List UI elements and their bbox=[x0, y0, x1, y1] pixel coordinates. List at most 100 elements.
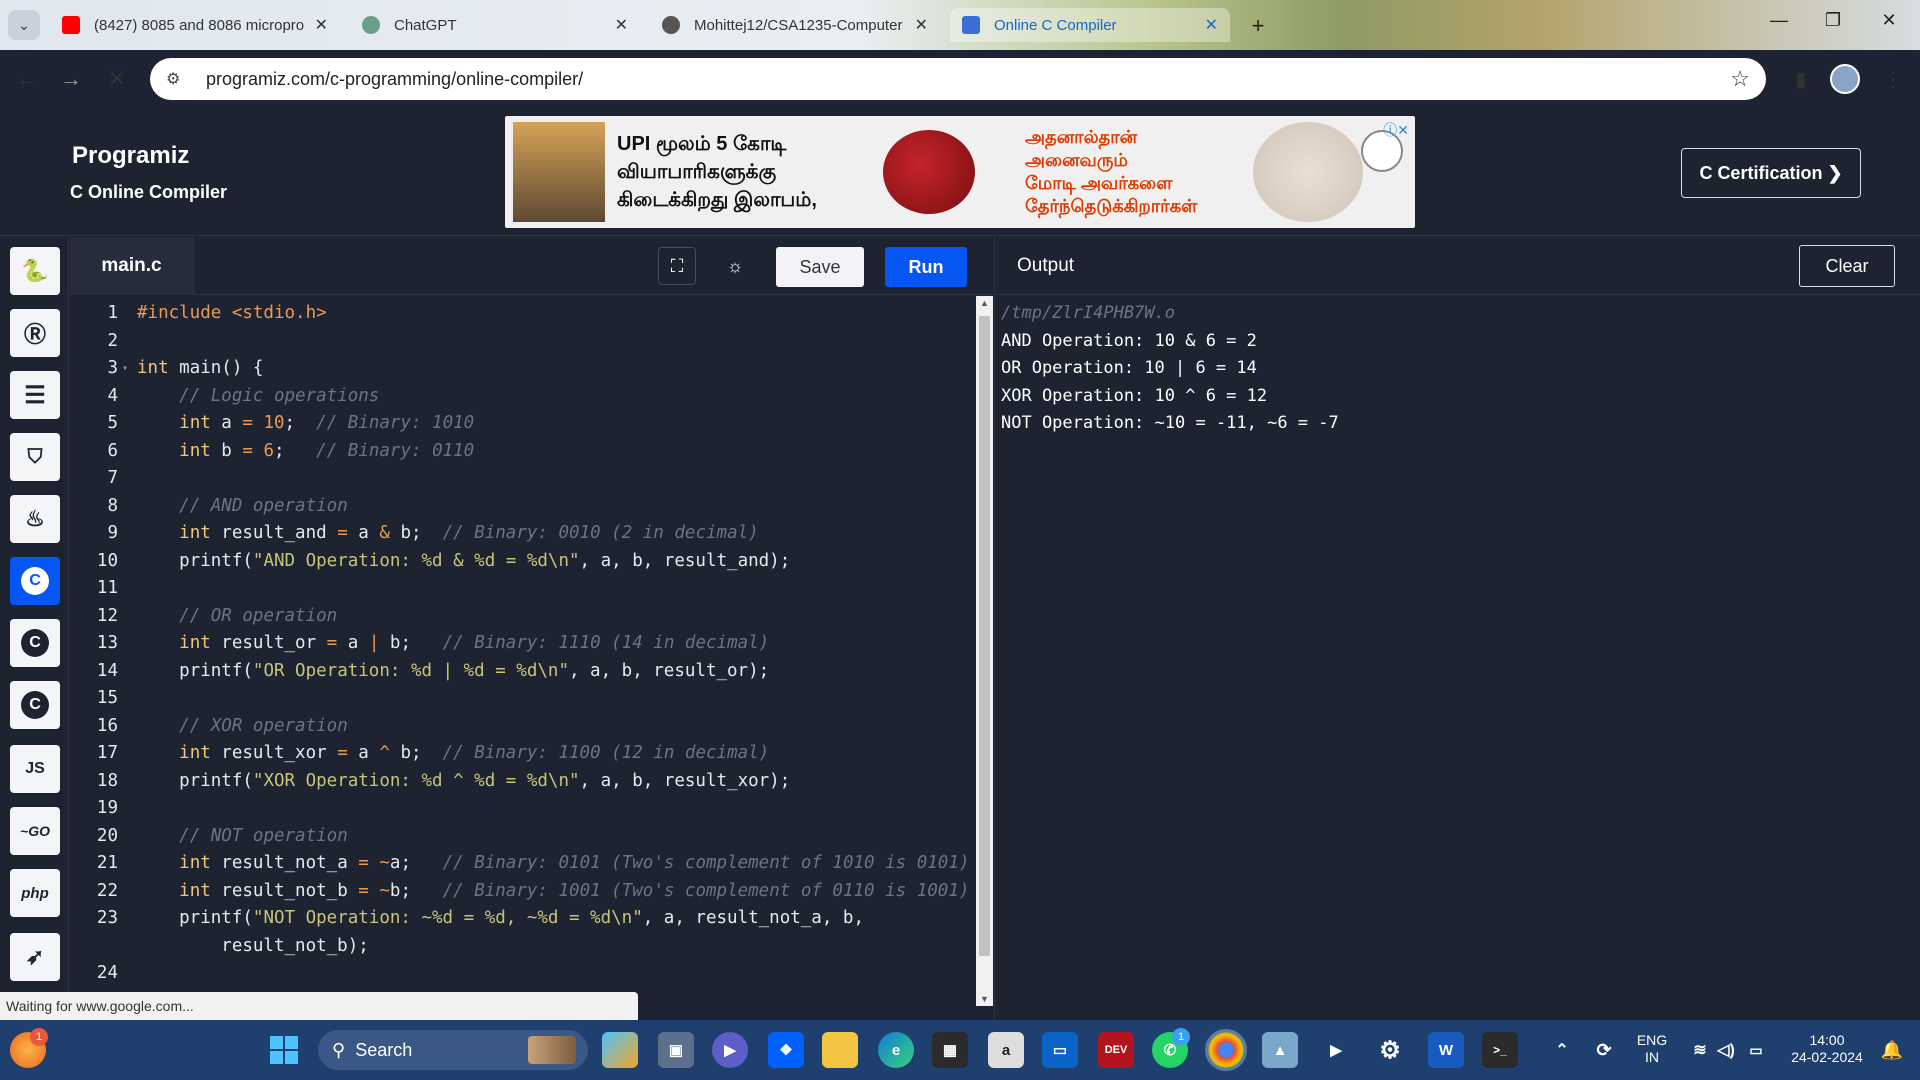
teams-chat-icon[interactable]: ▶ bbox=[712, 1032, 748, 1068]
code-line[interactable]: 23 printf("NOT Operation: ~%d = %d, ~%d … bbox=[70, 905, 976, 933]
new-tab-button[interactable]: + bbox=[1244, 12, 1272, 40]
php-language-button[interactable]: php bbox=[10, 869, 60, 917]
dropbox-icon[interactable]: ❖ bbox=[768, 1032, 804, 1068]
settings-icon[interactable]: ⚙ bbox=[1372, 1032, 1408, 1068]
site-info-icon[interactable]: ⚙ bbox=[166, 69, 190, 89]
photos-icon[interactable]: ▲ bbox=[1262, 1032, 1298, 1068]
go-language-button[interactable]: ~GO bbox=[10, 807, 60, 855]
browser-menu-button[interactable]: ⋮ bbox=[1878, 64, 1908, 94]
code-line[interactable]: 16 // XOR operation bbox=[70, 713, 976, 741]
battery-icon[interactable]: ▭ bbox=[1738, 1032, 1774, 1068]
media-player-icon[interactable]: ▶ bbox=[1318, 1032, 1354, 1068]
terminal-icon[interactable]: >_ bbox=[1482, 1032, 1518, 1068]
code-line[interactable]: 21 int result_not_a = ~a; // Binary: 010… bbox=[70, 850, 976, 878]
code-line[interactable]: 9 int result_and = a & b; // Binary: 001… bbox=[70, 520, 976, 548]
clear-button[interactable]: Clear bbox=[1799, 245, 1895, 287]
c-language-button[interactable]: C bbox=[10, 557, 60, 605]
code-line[interactable]: 18 printf("XOR Operation: %d ^ %d = %d\n… bbox=[70, 768, 976, 796]
code-line[interactable]: 11 bbox=[70, 575, 976, 603]
advertisement-banner[interactable]: UPI மூலம் 5 கோடி வியாபாரிகளுக்கு கிடைக்க… bbox=[505, 116, 1415, 228]
close-icon[interactable]: ✕ bbox=[1205, 15, 1218, 35]
code-line[interactable]: 10 printf("AND Operation: %d & %d = %d\n… bbox=[70, 548, 976, 576]
restore-button[interactable]: ❐ bbox=[1810, 10, 1856, 31]
code-line[interactable]: 6 int b = 6; // Binary: 0110 bbox=[70, 438, 976, 466]
close-window-button[interactable]: ✕ bbox=[1866, 10, 1912, 31]
close-icon[interactable]: ✕ bbox=[315, 15, 328, 35]
store-icon[interactable]: ▦ bbox=[932, 1032, 968, 1068]
copilot-icon[interactable] bbox=[602, 1032, 638, 1068]
code-line[interactable]: 24 bbox=[70, 960, 976, 988]
html-language-button[interactable]: ⛉ bbox=[10, 433, 60, 481]
edge-icon[interactable]: e bbox=[878, 1032, 914, 1068]
code-line[interactable]: 13 int result_or = a | b; // Binary: 111… bbox=[70, 630, 976, 658]
code-line[interactable]: 4 // Logic operations bbox=[70, 383, 976, 411]
start-button[interactable] bbox=[266, 1032, 302, 1068]
fullscreen-button[interactable]: ⛶ bbox=[658, 247, 696, 285]
chrome-icon[interactable] bbox=[1205, 1029, 1247, 1071]
programiz-logo[interactable]: Programiz bbox=[72, 142, 189, 170]
tab-search-button[interactable]: ⌄ bbox=[8, 10, 40, 40]
clock[interactable]: 14:00 24-02-2024 bbox=[1780, 1032, 1874, 1066]
code-line[interactable]: 8 // AND operation bbox=[70, 493, 976, 521]
editor-scrollbar[interactable]: ▲ ▼ bbox=[976, 296, 993, 1006]
save-button[interactable]: Save bbox=[776, 247, 864, 287]
browser-tab-youtube[interactable]: (8427) 8085 and 8086 micropro ✕ bbox=[50, 8, 340, 42]
address-bar[interactable]: ⚙ programiz.com/c-programming/online-com… bbox=[150, 58, 1766, 100]
scroll-up-icon[interactable]: ▲ bbox=[976, 298, 993, 308]
bookmark-star-icon[interactable]: ☆ bbox=[1730, 66, 1750, 92]
browser-tab-github[interactable]: Mohittej12/CSA1235-Computer ✕ bbox=[650, 8, 940, 42]
scrollbar-thumb[interactable] bbox=[979, 316, 990, 956]
run-button[interactable]: Run bbox=[885, 247, 967, 287]
close-icon[interactable]: ✕ bbox=[915, 15, 928, 35]
task-view-icon[interactable]: ▣ bbox=[658, 1032, 694, 1068]
swift-language-button[interactable]: ➶ bbox=[10, 933, 60, 981]
taskbar-search[interactable]: ⚲ Search bbox=[318, 1030, 588, 1070]
code-line[interactable]: result_not_b); bbox=[70, 933, 976, 961]
back-button[interactable]: ← bbox=[12, 64, 42, 94]
javascript-language-button[interactable]: JS bbox=[10, 745, 60, 793]
code-editor[interactable]: 1 #include <stdio.h> 2 3 ▾ int main() {4 // L… bbox=[70, 296, 976, 1006]
sql-language-button[interactable]: ☰ bbox=[10, 371, 60, 419]
code-line[interactable]: 22 int result_not_b = ~b; // Binary: 100… bbox=[70, 878, 976, 906]
code-line[interactable]: 15 bbox=[70, 685, 976, 713]
output-console[interactable]: /tmp/ZlrI4PHB7W.o AND Operation: 10 & 6 =… bbox=[994, 296, 1920, 1020]
code-line[interactable]: 17 int result_xor = a ^ b; // Binary: 11… bbox=[70, 740, 976, 768]
java-language-button[interactable]: ♨ bbox=[10, 495, 60, 543]
close-icon[interactable]: ✕ bbox=[615, 15, 628, 35]
language-indicator[interactable]: ENG IN bbox=[1634, 1032, 1670, 1066]
r-language-button[interactable]: Ⓡ bbox=[10, 309, 60, 357]
code-line[interactable]: 5 int a = 10; // Binary: 1010 bbox=[70, 410, 976, 438]
code-line[interactable]: 7 bbox=[70, 465, 976, 493]
code-line[interactable]: 20 // NOT operation bbox=[70, 823, 976, 851]
ad-close-icon[interactable]: ⓘ✕ bbox=[1383, 120, 1409, 140]
browser-tab-chatgpt[interactable]: ChatGPT ✕ bbox=[350, 8, 640, 42]
word-icon[interactable]: W bbox=[1428, 1032, 1464, 1068]
amazon-icon[interactable]: a bbox=[988, 1032, 1024, 1068]
scroll-down-icon[interactable]: ▼ bbox=[976, 994, 993, 1004]
devcpp-icon[interactable]: DEV bbox=[1098, 1032, 1134, 1068]
browser-tab-compiler[interactable]: Online C Compiler ✕ bbox=[950, 8, 1230, 42]
code-line[interactable]: 19 bbox=[70, 795, 976, 823]
c-certification-button[interactable]: C Certification ❯ bbox=[1681, 148, 1861, 198]
fold-arrow-icon[interactable]: ▾ bbox=[122, 355, 128, 383]
window-app-icon[interactable]: ▭ bbox=[1042, 1032, 1078, 1068]
code-line[interactable]: 1 #include <stdio.h> bbox=[70, 300, 976, 328]
profile-avatar[interactable] bbox=[1830, 64, 1860, 94]
file-explorer-icon[interactable] bbox=[822, 1032, 858, 1068]
code-line[interactable]: 14 printf("OR Operation: %d | %d = %d\n"… bbox=[70, 658, 976, 686]
chevron-up-icon[interactable]: ⌃ bbox=[1544, 1032, 1580, 1068]
forward-button[interactable]: → bbox=[56, 64, 86, 94]
stop-loading-button[interactable]: ✕ bbox=[102, 64, 132, 94]
sync-icon[interactable]: ⟳ bbox=[1586, 1032, 1622, 1068]
minimize-button[interactable]: — bbox=[1756, 10, 1802, 31]
code-line[interactable]: 2 bbox=[70, 328, 976, 356]
code-line[interactable]: 3 ▾ int main() { bbox=[70, 355, 976, 383]
csharp-language-button[interactable]: C bbox=[10, 681, 60, 729]
notification-bell-icon[interactable]: 🔔 bbox=[1874, 1032, 1910, 1068]
code-line[interactable]: 12 // OR operation bbox=[70, 603, 976, 631]
side-panel-button[interactable]: ▮ bbox=[1786, 64, 1816, 94]
file-tab-main-c[interactable]: main.c bbox=[70, 237, 194, 295]
python-language-button[interactable]: 🐍 bbox=[10, 247, 60, 295]
theme-toggle-button[interactable]: ☼ bbox=[716, 247, 754, 285]
cpp-language-button[interactable]: C bbox=[10, 619, 60, 667]
